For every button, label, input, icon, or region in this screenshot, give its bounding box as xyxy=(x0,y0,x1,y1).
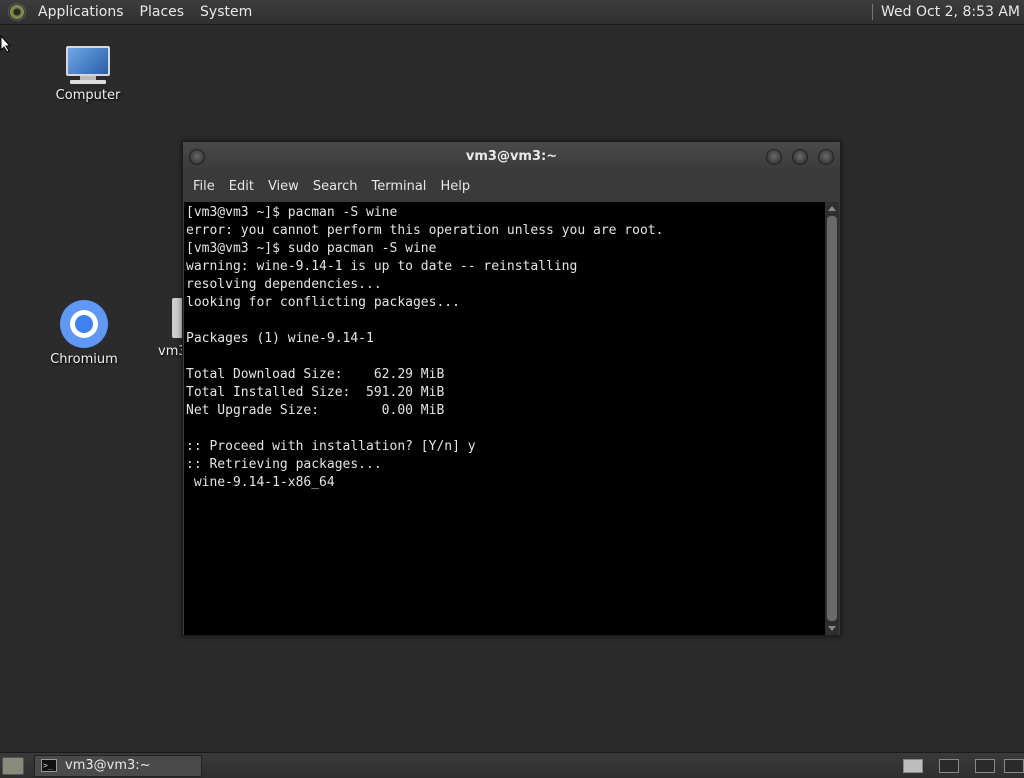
maximize-button[interactable] xyxy=(792,149,808,165)
terminal-line: Total Installed Size: 591.20 MiB xyxy=(186,385,445,400)
terminal-line: [vm3@vm3 ~]$ pacman -S wine xyxy=(186,205,398,220)
show-desktop-button[interactable] xyxy=(2,756,24,775)
terminal-line: wine-9.14-1-x86_64 xyxy=(186,475,335,490)
menu-view[interactable]: View xyxy=(262,179,307,194)
terminal-line: warning: wine-9.14-1 is up to date -- re… xyxy=(186,259,578,274)
panel-separator xyxy=(872,4,874,20)
terminal-scrollbar[interactable] xyxy=(825,202,839,635)
terminal-line: [vm3@vm3 ~]$ sudo pacman -S wine xyxy=(186,241,437,256)
scrollbar-thumb[interactable] xyxy=(827,216,837,621)
terminal-line: Total Download Size: 62.29 MiB xyxy=(186,367,445,382)
taskbar-item-terminal[interactable]: >_ vm3@vm3:~ xyxy=(34,754,202,777)
workspace-4[interactable] xyxy=(1004,759,1024,773)
terminal-line: :: Retrieving packages... xyxy=(186,457,382,472)
system-menu[interactable]: System xyxy=(192,0,260,25)
menu-search[interactable]: Search xyxy=(307,179,366,194)
terminal-line: error: you cannot perform this operation… xyxy=(186,223,664,238)
places-menu[interactable]: Places xyxy=(132,0,193,25)
terminal-line: :: Proceed with installation? [Y/n] y xyxy=(186,439,476,454)
terminal-icon: >_ xyxy=(41,759,57,772)
menu-file[interactable]: File xyxy=(187,179,223,194)
taskbar-item-label: vm3@vm3:~ xyxy=(65,758,151,773)
chromium-icon xyxy=(60,300,108,348)
menu-help[interactable]: Help xyxy=(434,179,478,194)
terminal-line: Net Upgrade Size: 0.00 MiB xyxy=(186,403,445,418)
desktop-icon-label: Computer xyxy=(55,88,121,103)
applications-menu[interactable]: Applications xyxy=(30,0,132,25)
terminal-line: Packages (1) wine-9.14-1 xyxy=(186,331,374,346)
minimize-button[interactable] xyxy=(766,149,782,165)
window-title: vm3@vm3:~ xyxy=(465,149,558,164)
computer-icon xyxy=(64,46,112,84)
menu-terminal[interactable]: Terminal xyxy=(365,179,434,194)
desktop-icon-chromium[interactable]: Chromium xyxy=(48,300,120,367)
workspace-3[interactable] xyxy=(975,759,995,773)
clock[interactable]: Wed Oct 2, 8:53 AM xyxy=(881,4,1024,20)
mouse-cursor-icon xyxy=(0,35,12,53)
terminal-output[interactable]: [vm3@vm3 ~]$ pacman -S wine error: you ca… xyxy=(184,202,827,635)
distro-logo-icon[interactable] xyxy=(8,3,26,21)
terminal-window[interactable]: vm3@vm3:~ File Edit View Search Terminal… xyxy=(182,141,841,636)
workspace-2[interactable] xyxy=(939,759,959,773)
close-button[interactable] xyxy=(818,149,834,165)
scroll-down-icon[interactable] xyxy=(828,626,836,631)
terminal-line: resolving dependencies... xyxy=(186,277,382,292)
bottom-panel: >_ vm3@vm3:~ xyxy=(0,752,1024,778)
scroll-up-icon[interactable] xyxy=(828,206,836,211)
desktop-icon-computer[interactable]: Computer xyxy=(52,46,124,103)
workspace-1[interactable] xyxy=(903,759,923,773)
terminal-line: looking for conflicting packages... xyxy=(186,295,460,310)
window-menu-icon[interactable] xyxy=(189,149,205,165)
desktop-icon-label: Chromium xyxy=(50,352,118,367)
terminal-menubar: File Edit View Search Terminal Help xyxy=(183,172,840,201)
top-panel: Applications Places System Wed Oct 2, 8:… xyxy=(0,0,1024,25)
terminal-titlebar[interactable]: vm3@vm3:~ xyxy=(183,142,840,172)
menu-edit[interactable]: Edit xyxy=(223,179,262,194)
